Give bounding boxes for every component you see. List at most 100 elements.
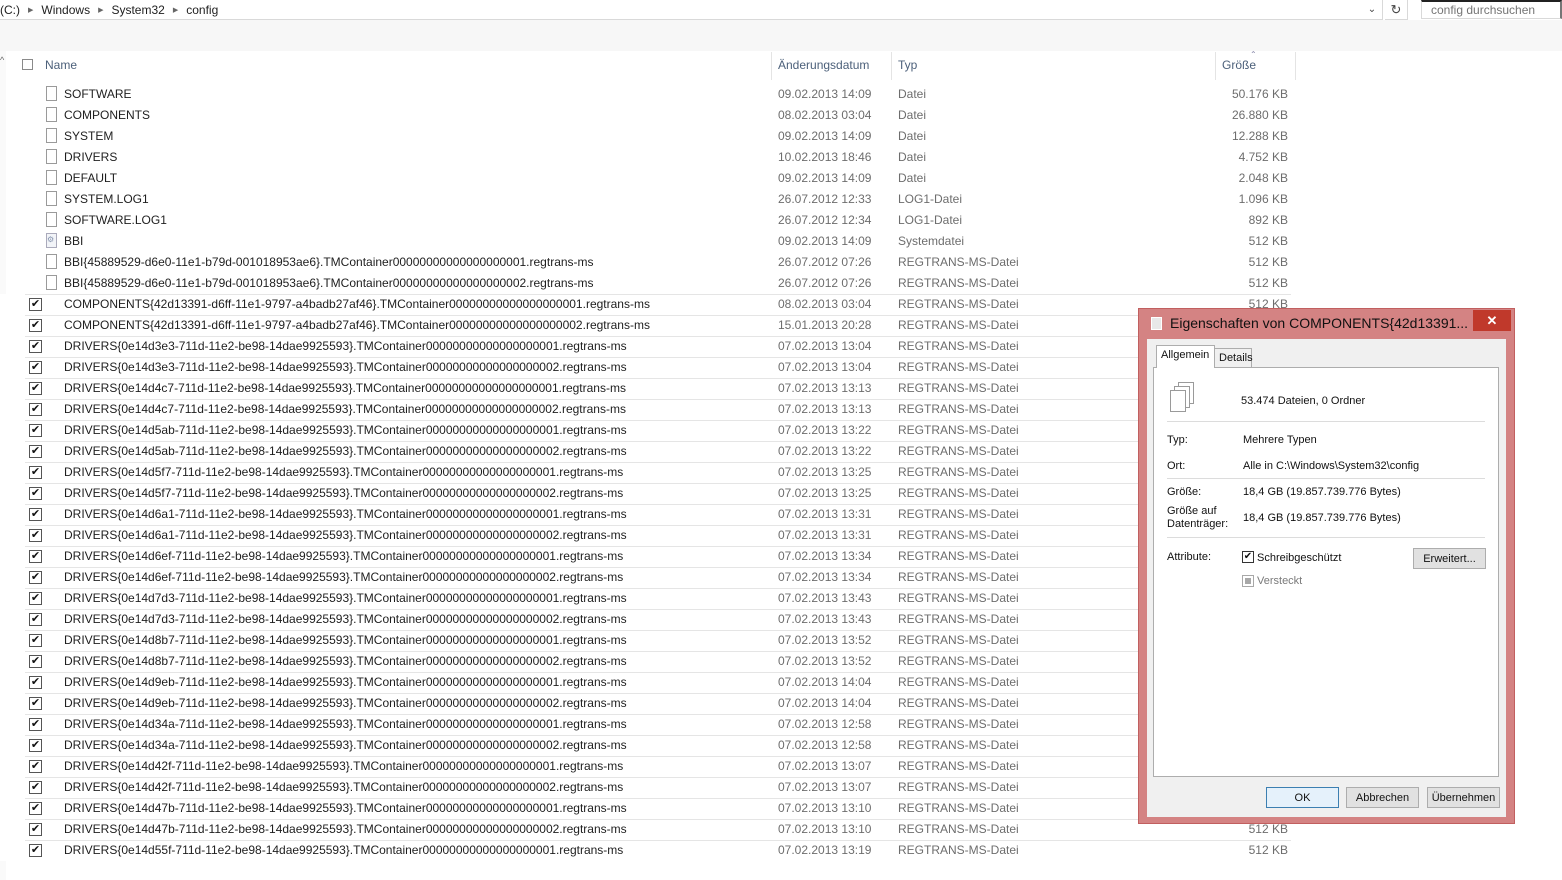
file-row[interactable]: ✔ DRIVERS{0e14d6a1-711d-11e2-be98-14dae99… — [0, 525, 1300, 546]
chevron-down-icon[interactable]: ⌄ — [1362, 0, 1382, 19]
file-name[interactable]: SYSTEM.LOG1 — [64, 192, 149, 206]
row-checkbox[interactable]: ✔ — [29, 718, 42, 731]
file-row[interactable]: ✔ DRIVERS{0e14d6ef-711d-11e2-be98-14dae99… — [0, 567, 1300, 588]
file-name[interactable]: SOFTWARE.LOG1 — [64, 213, 167, 227]
file-row[interactable]: ✔ DRIVERS{0e14d3e3-711d-11e2-be98-14dae99… — [0, 357, 1300, 378]
file-name[interactable]: DRIVERS{0e14d5ab-711d-11e2-be98-14dae992… — [64, 444, 627, 458]
file-row[interactable]: ✔ DRIVERS{0e14d4c7-711d-11e2-be98-14dae99… — [0, 399, 1300, 420]
breadcrumb-separator-icon[interactable]: ▶ — [171, 6, 180, 14]
column-divider[interactable] — [1295, 52, 1296, 80]
file-name[interactable]: DRIVERS{0e14d6a1-711d-11e2-be98-14dae992… — [64, 507, 627, 521]
file-name[interactable]: DRIVERS{0e14d7d3-711d-11e2-be98-14dae992… — [64, 612, 627, 626]
file-row[interactable]: ✔ DRIVERS{0e14d47b-711d-11e2-be98-14dae99… — [0, 798, 1300, 819]
file-name[interactable]: DRIVERS{0e14d3e3-711d-11e2-be98-14dae992… — [64, 339, 627, 353]
file-row[interactable]: SOFTWARE.LOG1 26.07.2012 12:34 LOG1-Datei 8… — [0, 210, 1300, 231]
file-name[interactable]: DRIVERS{0e14d6ef-711d-11e2-be98-14dae992… — [64, 549, 623, 563]
file-row[interactable]: BBI 09.02.2013 14:09 Systemdatei 512 KB — [0, 231, 1300, 252]
file-name[interactable]: BBI — [64, 234, 83, 248]
row-checkbox[interactable]: ✔ — [29, 508, 42, 521]
advanced-button[interactable]: Erweitert... — [1413, 548, 1486, 569]
file-name[interactable]: DRIVERS{0e14d4c7-711d-11e2-be98-14dae992… — [64, 381, 626, 395]
row-checkbox[interactable]: ✔ — [29, 634, 42, 647]
row-checkbox[interactable]: ✔ — [29, 613, 42, 626]
file-row[interactable]: COMPONENTS 08.02.2013 03:04 Datei 26.880 KB — [0, 105, 1300, 126]
breadcrumb-separator-icon[interactable]: ▶ — [26, 6, 35, 14]
file-row[interactable]: ✔ DRIVERS{0e14d5ab-711d-11e2-be98-14dae99… — [0, 441, 1300, 462]
row-checkbox[interactable]: ✔ — [29, 403, 42, 416]
row-checkbox[interactable]: ✔ — [29, 760, 42, 773]
readonly-checkbox[interactable]: ✔ — [1242, 551, 1254, 563]
file-row[interactable]: ✔ DRIVERS{0e14d55f-711d-11e2-be98-14dae99… — [0, 840, 1300, 861]
file-row[interactable]: ✔ DRIVERS{0e14d34a-711d-11e2-be98-14dae99… — [0, 714, 1300, 735]
row-checkbox[interactable]: ✔ — [29, 802, 42, 815]
file-name[interactable]: DRIVERS{0e14d5f7-711d-11e2-be98-14dae992… — [64, 486, 623, 500]
file-name[interactable]: COMPONENTS{42d13391-d6ff-11e1-9797-a4bad… — [64, 297, 650, 311]
file-row[interactable]: ✔ DRIVERS{0e14d9eb-711d-11e2-be98-14dae99… — [0, 672, 1300, 693]
file-row[interactable]: ✔ DRIVERS{0e14d42f-711d-11e2-be98-14dae99… — [0, 777, 1300, 798]
row-checkbox[interactable]: ✔ — [29, 466, 42, 479]
file-row[interactable]: SOFTWARE 09.02.2013 14:09 Datei 50.176 KB — [0, 84, 1300, 105]
breadcrumb-system32[interactable]: System32 — [105, 3, 170, 17]
column-divider[interactable] — [891, 52, 892, 80]
file-row[interactable]: ✔ DRIVERS{0e14d42f-711d-11e2-be98-14dae99… — [0, 756, 1300, 777]
file-name[interactable]: DRIVERS{0e14d47b-711d-11e2-be98-14dae992… — [64, 801, 627, 815]
row-checkbox[interactable]: ✔ — [29, 319, 42, 332]
column-size[interactable]: Größe — [1222, 58, 1256, 72]
file-name[interactable]: BBI{45889529-d6e0-11e1-b79d-001018953ae6… — [64, 255, 594, 269]
close-button[interactable]: ✕ — [1473, 310, 1511, 331]
row-checkbox[interactable]: ✔ — [29, 655, 42, 668]
file-name[interactable]: DRIVERS{0e14d5f7-711d-11e2-be98-14dae992… — [64, 465, 623, 479]
search-input[interactable] — [1421, 0, 1562, 19]
file-name[interactable]: DRIVERS{0e14d6ef-711d-11e2-be98-14dae992… — [64, 570, 623, 584]
file-name[interactable]: DRIVERS{0e14d3e3-711d-11e2-be98-14dae992… — [64, 360, 627, 374]
file-row[interactable]: ✔ DRIVERS{0e14d3e3-711d-11e2-be98-14dae99… — [0, 336, 1300, 357]
ok-button[interactable]: OK — [1266, 787, 1339, 808]
row-checkbox[interactable]: ✔ — [29, 823, 42, 836]
file-name[interactable]: DRIVERS{0e14d9eb-711d-11e2-be98-14dae992… — [64, 675, 627, 689]
file-row[interactable]: DRIVERS 10.02.2013 18:46 Datei 4.752 KB — [0, 147, 1300, 168]
file-name[interactable]: SYSTEM — [64, 129, 113, 143]
file-row[interactable]: ✔ DRIVERS{0e14d47b-711d-11e2-be98-14dae99… — [0, 819, 1300, 840]
file-name[interactable]: COMPONENTS — [64, 108, 150, 122]
file-row[interactable]: SYSTEM 09.02.2013 14:09 Datei 12.288 KB — [0, 126, 1300, 147]
row-checkbox[interactable]: ✔ — [29, 739, 42, 752]
file-name[interactable]: DRIVERS{0e14d5ab-711d-11e2-be98-14dae992… — [64, 423, 627, 437]
file-name[interactable]: DRIVERS{0e14d55f-711d-11e2-be98-14dae992… — [64, 843, 623, 857]
file-row[interactable]: ✔ COMPONENTS{42d13391-d6ff-11e1-9797-a4ba… — [0, 315, 1300, 336]
file-name[interactable]: BBI{45889529-d6e0-11e1-b79d-001018953ae6… — [64, 276, 594, 290]
file-row[interactable]: ✔ DRIVERS{0e14d7d3-711d-11e2-be98-14dae99… — [0, 609, 1300, 630]
file-row[interactable]: ✔ DRIVERS{0e14d5ab-711d-11e2-be98-14dae99… — [0, 420, 1300, 441]
breadcrumb-windows[interactable]: Windows — [35, 3, 96, 17]
breadcrumb[interactable]: (C:) ▶ Windows ▶ System32 ▶ config — [0, 0, 1383, 20]
column-type[interactable]: Typ — [898, 58, 917, 72]
file-name[interactable]: DRIVERS{0e14d8b7-711d-11e2-be98-14dae992… — [64, 654, 627, 668]
row-checkbox[interactable]: ✔ — [29, 550, 42, 563]
file-name[interactable]: DRIVERS{0e14d42f-711d-11e2-be98-14dae992… — [64, 759, 623, 773]
file-row[interactable]: ✔ DRIVERS{0e14d6a1-711d-11e2-be98-14dae99… — [0, 504, 1300, 525]
row-checkbox[interactable]: ✔ — [29, 571, 42, 584]
breadcrumb-drive[interactable]: (C:) — [0, 3, 26, 17]
row-checkbox[interactable]: ✔ — [29, 844, 42, 857]
row-checkbox[interactable]: ✔ — [29, 298, 42, 311]
breadcrumb-separator-icon[interactable]: ▶ — [96, 6, 105, 14]
file-row[interactable]: DEFAULT 09.02.2013 14:09 Datei 2.048 KB — [0, 168, 1300, 189]
column-divider[interactable] — [1215, 52, 1216, 80]
file-row[interactable]: ✔ DRIVERS{0e14d8b7-711d-11e2-be98-14dae99… — [0, 630, 1300, 651]
file-row[interactable]: ✔ DRIVERS{0e14d5f7-711d-11e2-be98-14dae99… — [0, 462, 1300, 483]
hidden-checkbox[interactable] — [1242, 575, 1254, 587]
row-checkbox[interactable]: ✔ — [29, 676, 42, 689]
file-name[interactable]: DRIVERS{0e14d42f-711d-11e2-be98-14dae992… — [64, 780, 623, 794]
file-row[interactable]: ✔ DRIVERS{0e14d9eb-711d-11e2-be98-14dae99… — [0, 693, 1300, 714]
row-checkbox[interactable]: ✔ — [29, 382, 42, 395]
row-checkbox[interactable]: ✔ — [29, 487, 42, 500]
file-name[interactable]: SOFTWARE — [64, 87, 132, 101]
row-checkbox[interactable]: ✔ — [29, 592, 42, 605]
file-name[interactable]: DEFAULT — [64, 171, 117, 185]
breadcrumb-config[interactable]: config — [180, 3, 224, 17]
file-name[interactable]: DRIVERS{0e14d6a1-711d-11e2-be98-14dae992… — [64, 528, 627, 542]
cancel-button[interactable]: Abbrechen — [1346, 787, 1419, 808]
file-row[interactable]: ✔ DRIVERS{0e14d7d3-711d-11e2-be98-14dae99… — [0, 588, 1300, 609]
file-name[interactable]: DRIVERS{0e14d8b7-711d-11e2-be98-14dae992… — [64, 633, 627, 647]
file-row[interactable]: ✔ DRIVERS{0e14d6ef-711d-11e2-be98-14dae99… — [0, 546, 1300, 567]
dialog-titlebar[interactable]: Eigenschaften von COMPONENTS{42d13391...… — [1139, 309, 1514, 339]
